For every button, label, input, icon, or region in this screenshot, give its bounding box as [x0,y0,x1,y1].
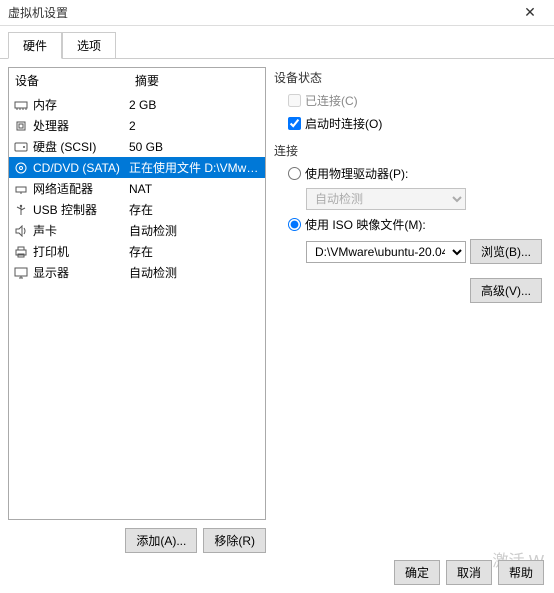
ok-button[interactable]: 确定 [394,560,440,585]
use-physical-label: 使用物理驱动器(P): [305,165,408,182]
memory-icon [13,98,29,112]
hardware-row-name: 网络适配器 [33,180,93,197]
hardware-row[interactable]: 网络适配器 NAT [9,178,265,199]
hardware-row-summary: 存在 [129,201,261,218]
remove-hardware-button[interactable]: 移除(R) [203,528,266,553]
hardware-row[interactable]: 声卡 自动检测 [9,220,265,241]
hardware-row[interactable]: 硬盘 (SCSI) 50 GB [9,136,265,157]
col-device: 设备 [15,72,135,89]
connected-label: 已连接(C) [305,92,358,109]
hardware-row-name: 显示器 [33,264,69,281]
col-summary: 摘要 [135,72,159,89]
use-iso-input[interactable] [288,218,301,231]
hardware-row-name: 声卡 [33,222,57,239]
hardware-row-name: 打印机 [33,243,69,260]
disk-icon [13,140,29,154]
hardware-row-summary: 自动检测 [129,222,261,239]
help-button[interactable]: 帮助 [498,560,544,585]
tab-options[interactable]: 选项 [62,32,116,58]
hardware-row-summary: 2 GB [129,98,261,112]
hardware-row-summary: 自动检测 [129,264,261,281]
net-icon [13,182,29,196]
use-physical-input[interactable] [288,167,301,180]
printer-icon [13,245,29,259]
add-hardware-button[interactable]: 添加(A)... [125,528,197,553]
connection-title: 连接 [274,142,542,159]
hardware-row[interactable]: 打印机 存在 [9,241,265,262]
hardware-row-name: 内存 [33,96,57,113]
connect-at-power-checkbox[interactable]: 启动时连接(O) [288,115,542,132]
hardware-row[interactable]: USB 控制器 存在 [9,199,265,220]
use-iso-label: 使用 ISO 映像文件(M): [305,216,426,233]
hardware-list-header: 设备 摘要 [9,68,265,94]
hardware-row-name: 硬盘 (SCSI) [33,138,96,155]
hardware-row[interactable]: 内存 2 GB [9,94,265,115]
connected-checkbox: 已连接(C) [288,92,542,109]
sound-icon [13,224,29,238]
window-title: 虚拟机设置 [8,4,510,21]
tab-bar: 硬件 选项 [0,26,554,59]
hardware-row-name: USB 控制器 [33,201,97,218]
browse-button[interactable]: 浏览(B)... [470,239,542,264]
hardware-row-summary: NAT [129,182,261,196]
hardware-list[interactable]: 设备 摘要 内存 2 GB 处理器 2 硬盘 (SCSI) 50 GB CD/D… [8,67,266,520]
cpu-icon [13,119,29,133]
hardware-row[interactable]: CD/DVD (SATA) 正在使用文件 D:\VMware\ubu... [9,157,265,178]
hardware-row-summary: 2 [129,119,261,133]
hardware-row-name: CD/DVD (SATA) [33,161,120,175]
connected-checkbox-input [288,94,301,107]
connect-at-power-input[interactable] [288,117,301,130]
display-icon [13,266,29,280]
physical-drive-select: 自动检测 [306,188,466,210]
usb-icon [13,203,29,217]
hardware-row-name: 处理器 [33,117,69,134]
cd-icon [13,161,29,175]
connection-group: 连接 使用物理驱动器(P): 自动检测 使用 ISO 映像文件(M): [274,142,542,264]
use-physical-radio[interactable]: 使用物理驱动器(P): [288,165,542,182]
use-iso-radio[interactable]: 使用 ISO 映像文件(M): [288,216,542,233]
tab-hardware[interactable]: 硬件 [8,32,62,59]
close-button[interactable]: ✕ [510,1,550,25]
cancel-button[interactable]: 取消 [446,560,492,585]
hardware-row-summary: 存在 [129,243,261,260]
device-status-group: 设备状态 已连接(C) 启动时连接(O) [274,69,542,132]
hardware-row-summary: 正在使用文件 D:\VMware\ubu... [129,159,261,176]
hardware-row[interactable]: 处理器 2 [9,115,265,136]
iso-path-select[interactable]: D:\VMware\ubuntu-20.04-d [306,241,466,263]
device-status-title: 设备状态 [274,69,542,86]
close-icon: ✕ [524,4,536,21]
connect-at-power-label: 启动时连接(O) [305,115,382,132]
hardware-row[interactable]: 显示器 自动检测 [9,262,265,283]
hardware-row-summary: 50 GB [129,140,261,154]
advanced-button[interactable]: 高级(V)... [470,278,542,303]
